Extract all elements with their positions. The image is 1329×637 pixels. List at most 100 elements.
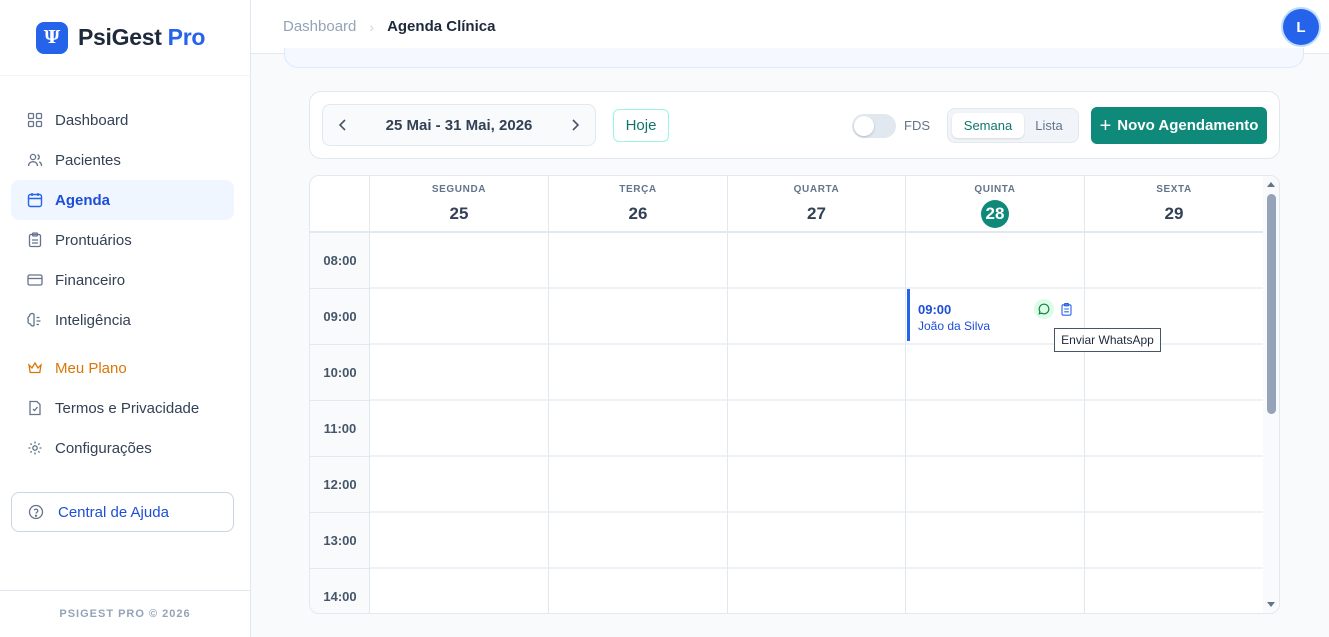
whatsapp-tooltip: Enviar WhatsApp (1054, 328, 1161, 352)
sidebar-item-label: Prontuários (55, 231, 132, 249)
day-header: TERÇA 26 (549, 176, 728, 233)
view-week-button[interactable]: Semana (952, 113, 1024, 138)
sidebar-item-label: Dashboard (55, 111, 129, 129)
gear-icon (27, 440, 43, 456)
day-name: QUARTA (793, 184, 840, 195)
day-header: SEGUNDA 25 (370, 176, 549, 233)
sidebar-item-label: Meu Plano (55, 359, 127, 377)
crown-icon (27, 360, 43, 376)
chevron-left-icon[interactable] (335, 117, 351, 133)
scroll-down-arrow-icon[interactable] (1267, 602, 1275, 607)
time-label: 09:00 (310, 289, 370, 345)
help-circle-icon (28, 504, 44, 520)
day-name: SEXTA (1156, 184, 1192, 195)
day-name: QUINTA (974, 184, 1016, 195)
weekend-toggle-label: FDS (904, 118, 930, 133)
help-center-button[interactable]: Central de Ajuda (11, 492, 234, 532)
weekend-toggle[interactable] (852, 114, 896, 138)
hour-line (370, 287, 1264, 289)
time-label: 12:00 (310, 457, 370, 513)
hour-line (370, 455, 1264, 457)
new-appointment-button[interactable]: + Novo Agendamento (1091, 107, 1267, 144)
plus-icon: + (1099, 114, 1112, 137)
psi-logo-icon: Ψ (36, 21, 68, 54)
calendar-body: 08:00 09:00 10:00 11:00 12:00 13:00 14:0… (310, 233, 1264, 613)
day-column-divider (548, 233, 549, 613)
hour-line (370, 399, 1264, 401)
day-name: SEGUNDA (431, 184, 487, 195)
day-number: 27 (807, 204, 826, 223)
brain-icon (27, 312, 43, 328)
new-appointment-label: Novo Agendamento (1117, 117, 1259, 134)
time-label: 10:00 (310, 345, 370, 401)
view-list-button[interactable]: Lista (1024, 113, 1074, 138)
toggle-knob (854, 116, 874, 136)
sidebar-item-financeiro[interactable]: Financeiro (11, 260, 234, 300)
hour-line (370, 511, 1264, 513)
day-number: 26 (628, 204, 648, 223)
hour-line (370, 567, 1264, 569)
sidebar-item-label: Agenda (55, 191, 111, 209)
sidebar-item-termos[interactable]: Termos e Privacidade (11, 388, 234, 428)
week-calendar: SEGUNDA 25 TERÇA 26 QUARTA 27 QUINTA 28 … (309, 175, 1280, 614)
help-center-label: Central de Ajuda (58, 503, 169, 521)
date-navigator: 25 Mai - 31 Mai, 2026 (322, 104, 596, 146)
today-button[interactable]: Hoje (613, 109, 669, 142)
time-label: 08:00 (310, 233, 370, 289)
breadcrumb-root[interactable]: Dashboard (283, 18, 356, 35)
day-number: 25 (449, 204, 469, 223)
day-name: TERÇA (619, 184, 657, 195)
day-number-today: 28 (981, 200, 1009, 228)
sidebar-item-prontuarios[interactable]: Prontuários (11, 220, 234, 260)
sidebar-item-label: Pacientes (55, 151, 121, 169)
sidebar-nav: Dashboard Pacientes Agenda Prontuários F… (11, 100, 234, 468)
time-label: 14:00 (310, 569, 370, 613)
sidebar: Ψ PsiGest Pro Dashboard Pacientes Agenda (0, 0, 251, 637)
sidebar-item-dashboard[interactable]: Dashboard (11, 100, 234, 140)
brand-suffix: Pro (167, 24, 206, 50)
document-icon (27, 400, 43, 416)
sidebar-item-pacientes[interactable]: Pacientes (11, 140, 234, 180)
time-label: 13:00 (310, 513, 370, 569)
topbar: Dashboard › Agenda Clínica L (251, 0, 1329, 54)
brand-name-text: PsiGest (78, 24, 162, 50)
day-number: 29 (1164, 204, 1184, 223)
sidebar-item-label: Financeiro (55, 271, 126, 289)
day-header: QUARTA 27 (728, 176, 906, 233)
appointment-time: 09:00 (918, 302, 952, 317)
brand[interactable]: Ψ PsiGest Pro (0, 0, 250, 76)
appointment-patient: João da Silva (918, 319, 991, 333)
day-column-divider (727, 233, 728, 613)
avatar[interactable]: L (1283, 9, 1319, 45)
sidebar-item-agenda[interactable]: Agenda (11, 180, 234, 220)
record-icon[interactable] (1059, 301, 1073, 317)
day-column-divider (905, 233, 906, 613)
scrollbar-thumb[interactable] (1267, 194, 1276, 414)
date-range-label: 25 Mai - 31 Mai, 2026 (385, 116, 533, 134)
sidebar-item-inteligencia[interactable]: Inteligência (11, 300, 234, 340)
calendar-header: SEGUNDA 25 TERÇA 26 QUARTA 27 QUINTA 28 … (310, 176, 1264, 233)
day-header: SEXTA 29 (1085, 176, 1264, 233)
sidebar-footer: PSIGEST PRO © 2026 (0, 590, 250, 637)
card-icon (27, 272, 43, 288)
grid-icon (27, 112, 43, 128)
scrolled-card-edge (284, 48, 1304, 68)
sidebar-item-label: Configurações (55, 439, 152, 457)
users-icon (27, 152, 43, 168)
sidebar-item-meu-plano[interactable]: Meu Plano (11, 348, 234, 388)
breadcrumb-separator: › (369, 18, 375, 35)
chevron-right-icon[interactable] (567, 117, 583, 133)
scroll-up-arrow-icon[interactable] (1267, 182, 1275, 187)
view-switch: Semana Lista (947, 108, 1079, 143)
sidebar-item-label: Inteligência (55, 311, 131, 329)
calendar-scrollbar[interactable] (1263, 176, 1279, 613)
day-column-divider (1084, 233, 1085, 613)
breadcrumb-current: Agenda Clínica (387, 18, 496, 35)
day-header: QUINTA 28 (906, 176, 1085, 233)
calendar-toolbar: 25 Mai - 31 Mai, 2026 Hoje FDS Semana Li… (309, 91, 1280, 159)
sidebar-item-label: Termos e Privacidade (55, 399, 200, 417)
calendar-corner (310, 176, 370, 233)
sidebar-item-configuracoes[interactable]: Configurações (11, 428, 234, 468)
time-column: 08:00 09:00 10:00 11:00 12:00 13:00 14:0… (310, 233, 370, 613)
whatsapp-icon[interactable] (1034, 299, 1054, 319)
